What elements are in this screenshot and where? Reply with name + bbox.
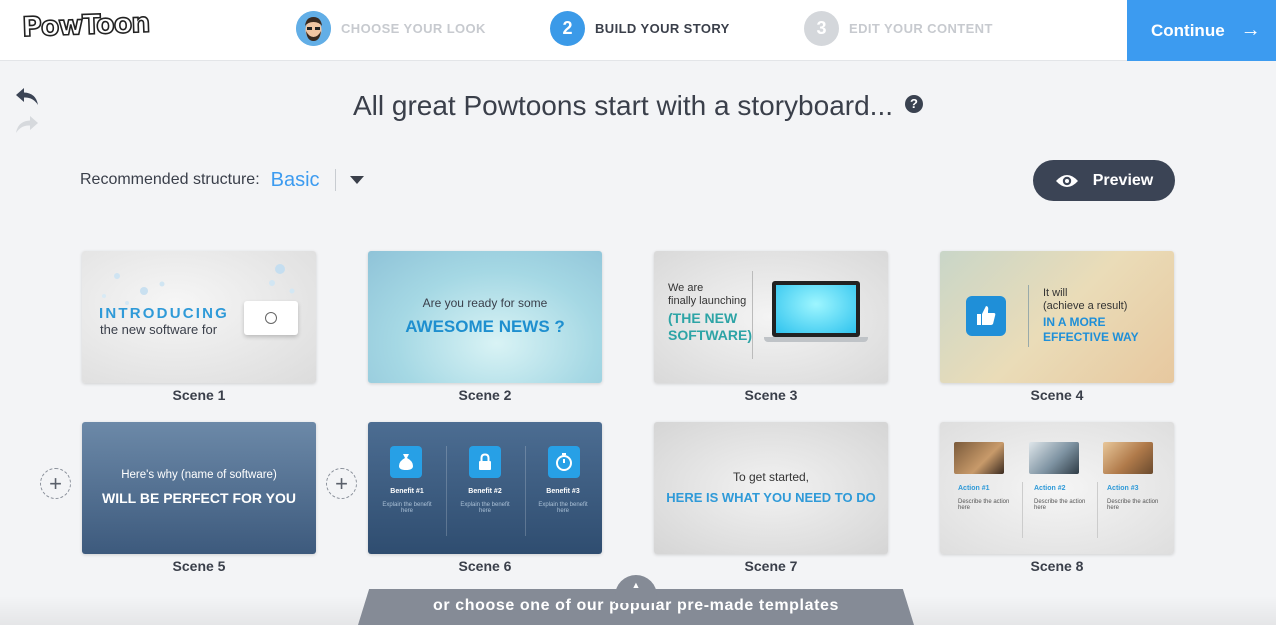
scene-label: Scene 6 (458, 558, 512, 574)
plus-icon: + (335, 470, 348, 496)
action-title: Action #3 (1107, 485, 1139, 492)
scene-card-5[interactable]: Here's why (name of software) WILL BE PE… (82, 422, 316, 554)
benefit-title: Benefit #2 (468, 488, 502, 495)
action-photo (1029, 442, 1079, 474)
scene-text: HERE IS WHAT YOU NEED TO DO (666, 490, 876, 505)
scene-text: SOFTWARE) (668, 327, 752, 343)
preview-label: Preview (1092, 171, 1154, 189)
structure-label: Recommended structure: (80, 171, 260, 188)
action-desc: Describe the action here (1034, 499, 1086, 511)
divider (525, 446, 526, 536)
scene-card-4[interactable]: It will (achieve a result) IN A MORE EFF… (940, 251, 1174, 383)
chevron-down-icon[interactable] (349, 176, 364, 184)
scene-label: Scene 7 (744, 558, 798, 574)
divider (752, 271, 753, 359)
scene-card-8[interactable]: Action #1 Describe the action here Actio… (940, 422, 1174, 554)
benefit-title: Benefit #1 (390, 488, 424, 495)
scene-text: EFFECTIVE WAY (1043, 330, 1139, 344)
action-desc: Describe the action here (958, 499, 1010, 511)
continue-button[interactable]: Continue → (1127, 0, 1276, 61)
continue-label: Continue (1151, 20, 1225, 40)
scene-text: To get started, (732, 470, 810, 484)
action-desc: Describe the action here (1107, 499, 1159, 511)
scene-text: IN A MORE (1043, 315, 1106, 329)
scene-label: Scene 8 (1030, 558, 1084, 574)
scene-text: AWESOME NEWS ? (405, 317, 565, 336)
scene-text: Are you ready for some (422, 296, 548, 310)
scene-text: (THE NEW (668, 310, 738, 326)
scene-card-3[interactable]: We are finally launching (THE NEW SOFTWA… (654, 251, 888, 383)
scene-card-6[interactable]: Benefit #1 Explain the benefit here Bene… (368, 422, 602, 554)
scene-text: finally launching (668, 295, 747, 307)
software-box-image (244, 301, 298, 335)
laptop-base (764, 337, 868, 342)
top-bar: PowToon CHOOSE YOUR LOOK 2 BUILD YOUR ST… (0, 0, 1276, 61)
structure-value[interactable]: Basic (271, 169, 320, 192)
divider (1097, 482, 1098, 538)
scene-text: It will (1043, 287, 1068, 299)
scene-label: Scene 5 (172, 558, 226, 574)
benefit-desc: Explain the benefit here (382, 502, 432, 514)
chevron-up-icon[interactable]: ▲ (615, 575, 657, 603)
scene-card-1[interactable]: INTRODUCING the new software for (82, 251, 316, 383)
divider (1022, 482, 1023, 538)
arrow-right-icon: → (1240, 19, 1261, 41)
action-photo (954, 442, 1004, 474)
lock-icon (469, 446, 501, 478)
step-number: 3 (804, 10, 839, 46)
page-title-text: All great Powtoons start with a storyboa… (352, 90, 894, 121)
scene-card-2[interactable]: Are you ready for some AWESOME NEWS ? (368, 251, 602, 383)
stopwatch-icon (548, 446, 580, 478)
action-title: Action #2 (1034, 485, 1066, 492)
action-title: Action #1 (958, 485, 990, 492)
divider (334, 169, 336, 191)
step-label: CHOOSE YOUR LOOK (341, 20, 486, 36)
scene-text: INTRODUCING (99, 305, 230, 322)
step-label: BUILD YOUR STORY (595, 20, 730, 36)
step-build-your-story[interactable]: 2 BUILD YOUR STORY (550, 10, 730, 46)
step-edit-your-content[interactable]: 3 EDIT YOUR CONTENT (804, 10, 993, 46)
scene-label: Scene 4 (1030, 387, 1084, 403)
avatar-icon (296, 10, 331, 46)
scene-label: Scene 1 (172, 387, 226, 403)
preview-button[interactable]: Preview (1033, 160, 1175, 201)
laptop-image (772, 281, 860, 337)
powtoon-logo[interactable]: PowToon (21, 7, 151, 44)
scene-text: We are (668, 282, 704, 294)
step-label: EDIT YOUR CONTENT (849, 20, 993, 36)
plus-icon: + (49, 470, 62, 496)
structure-selector: Recommended structure: Basic (80, 166, 364, 194)
benefit-desc: Explain the benefit here (538, 502, 588, 514)
benefit-title: Benefit #3 (546, 488, 580, 495)
scene-text: WILL BE PERFECT FOR YOU (102, 490, 296, 506)
money-bag-icon (390, 446, 422, 478)
add-scene-button[interactable]: + (40, 468, 71, 499)
scene-card-7[interactable]: To get started, HERE IS WHAT YOU NEED TO… (654, 422, 888, 554)
step-choose-your-look[interactable]: CHOOSE YOUR LOOK (296, 10, 486, 46)
scene-text: Here's why (name of software) (121, 469, 277, 481)
eye-icon (1055, 174, 1078, 187)
scene-text: (achieve a result) (1043, 300, 1128, 312)
add-scene-button[interactable]: + (326, 468, 357, 499)
scene-text: the new software for (100, 322, 218, 337)
divider (1028, 285, 1029, 347)
scene-label: Scene 2 (458, 387, 512, 403)
action-photo (1103, 442, 1153, 474)
divider (446, 446, 447, 536)
scene-label: Scene 3 (744, 387, 798, 403)
benefit-desc: Explain the benefit here (460, 502, 510, 514)
step-number: 2 (550, 10, 585, 46)
page-title: All great Powtoons start with a storyboa… (0, 90, 1276, 122)
thumbs-up-icon (966, 296, 1006, 336)
help-icon[interactable]: ? (905, 94, 924, 113)
